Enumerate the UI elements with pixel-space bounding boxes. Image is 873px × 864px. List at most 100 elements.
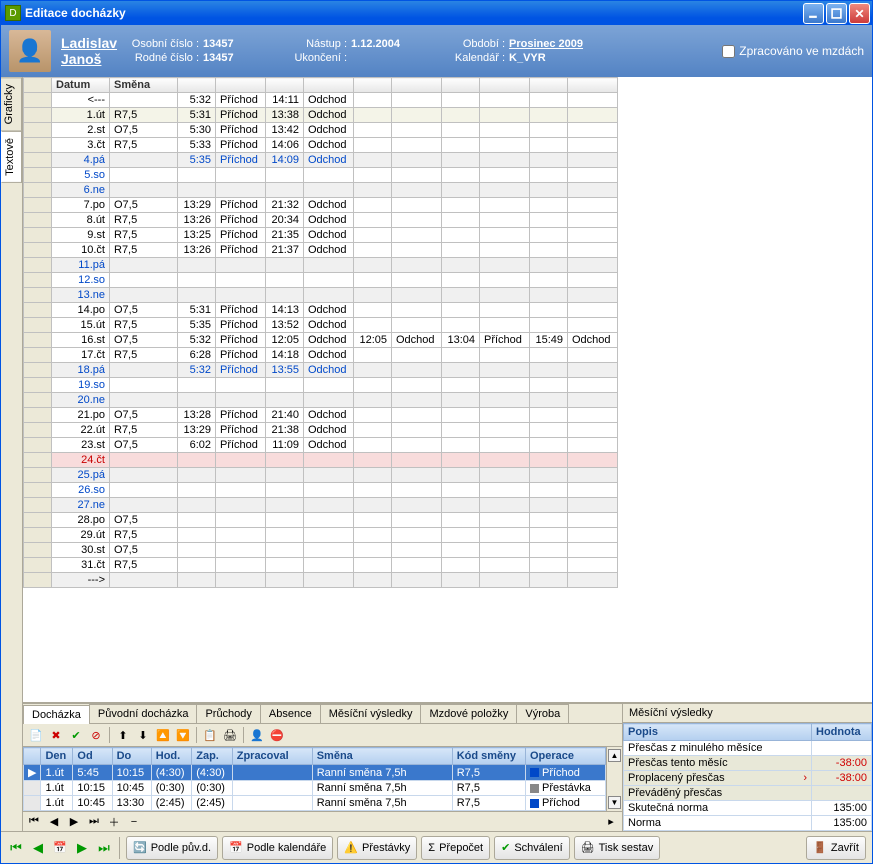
nav-next-icon[interactable]: ▶ bbox=[64, 813, 84, 830]
scroll-up-icon[interactable]: ▲ bbox=[608, 749, 621, 762]
table-row[interactable]: 19.so bbox=[24, 378, 618, 393]
zpracovano-checkbox[interactable]: Zpracováno ve mzdách bbox=[722, 44, 864, 58]
prepocet-button[interactable]: ΣPřepočet bbox=[421, 836, 490, 860]
tab-dochazka[interactable]: Docházka bbox=[23, 705, 90, 724]
table-row[interactable]: 18.pá5:32Příchod13:55Odchod bbox=[24, 363, 618, 378]
table-row[interactable]: 17.čtR7,56:28Příchod14:18Odchod bbox=[24, 348, 618, 363]
sidetab-textove[interactable]: Textově bbox=[1, 131, 22, 183]
result-row[interactable]: Proplacený přesčas ›-38:00 bbox=[624, 771, 872, 786]
down-icon[interactable]: ⬇ bbox=[134, 726, 152, 744]
table-row[interactable]: 5.so bbox=[24, 168, 618, 183]
tab-mzdove[interactable]: Mzdové položky bbox=[420, 704, 517, 723]
col-datum[interactable]: Datum bbox=[52, 78, 110, 93]
table-row[interactable]: 13.ne bbox=[24, 288, 618, 303]
nav-first-icon[interactable]: ⏮ bbox=[24, 813, 44, 830]
table-row[interactable]: 4.pá5:35Příchod14:09Odchod bbox=[24, 153, 618, 168]
sg-col-den[interactable]: Den bbox=[41, 748, 73, 765]
sidetab-graficky[interactable]: Graficky bbox=[1, 77, 22, 131]
approve-user-icon[interactable]: 👤 bbox=[248, 726, 266, 744]
sg-col-do[interactable]: Do bbox=[112, 748, 151, 765]
delete-record-icon[interactable]: ✖ bbox=[47, 726, 65, 744]
sg-col-kod[interactable]: Kód směny bbox=[452, 748, 525, 765]
table-row[interactable]: 23.stO7,56:02Příchod11:09Odchod bbox=[24, 438, 618, 453]
tab-mesicni[interactable]: Měsíční výsledky bbox=[320, 704, 422, 723]
podle-kalendare-button[interactable]: 📅Podle kalendáře bbox=[222, 836, 333, 860]
zavrit-button[interactable]: 🚪Zavřít bbox=[806, 836, 866, 860]
table-row[interactable]: 14.poO7,55:31Příchod14:13Odchod bbox=[24, 303, 618, 318]
table-row[interactable]: <---5:32Příchod14:11Odchod bbox=[24, 93, 618, 108]
subgrid-row[interactable]: 1.út10:4513:30(2:45)(2:45)Ranní směna 7,… bbox=[24, 796, 606, 811]
scroll-down-icon[interactable]: ▼ bbox=[608, 796, 621, 809]
result-row[interactable]: Přesčas tento měsíc-38:00 bbox=[624, 756, 872, 771]
table-row[interactable]: 27.ne bbox=[24, 498, 618, 513]
sg-col-zap[interactable]: Zap. bbox=[192, 748, 232, 765]
edit-down-icon[interactable]: 🔽 bbox=[174, 726, 192, 744]
minimize-button[interactable] bbox=[803, 3, 824, 24]
res-col-hodnota[interactable]: Hodnota bbox=[812, 724, 872, 741]
table-row[interactable]: 12.so bbox=[24, 273, 618, 288]
next-month-icon[interactable]: ▶ bbox=[73, 839, 91, 857]
confirm-icon[interactable]: ✔ bbox=[67, 726, 85, 744]
table-row[interactable]: 20.ne bbox=[24, 393, 618, 408]
titlebar[interactable]: D Editace docházky bbox=[1, 1, 872, 25]
result-row[interactable]: Přesčas z minulého měsíce bbox=[624, 741, 872, 756]
table-row[interactable]: 3.čtR7,55:33Příchod14:06Odchod bbox=[24, 138, 618, 153]
result-row[interactable]: Norma135:00 bbox=[624, 816, 872, 831]
up-icon[interactable]: ⬆ bbox=[114, 726, 132, 744]
calendar-icon[interactable]: 📅 bbox=[51, 839, 69, 857]
table-row[interactable]: 25.pá bbox=[24, 468, 618, 483]
sg-col-operace[interactable]: Operace bbox=[526, 748, 606, 765]
sg-col-zpracoval[interactable]: Zpracoval bbox=[232, 748, 312, 765]
table-row[interactable]: 24.čt bbox=[24, 453, 618, 468]
table-row[interactable]: 16.stO7,55:32Příchod12:05Odchod12:05Odch… bbox=[24, 333, 618, 348]
table-row[interactable]: 22.útR7,513:29Příchod21:38Odchod bbox=[24, 423, 618, 438]
table-row[interactable]: 30.stO7,5 bbox=[24, 543, 618, 558]
res-col-popis[interactable]: Popis bbox=[624, 724, 812, 741]
tab-puvodni[interactable]: Původní docházka bbox=[89, 704, 198, 723]
podle-puvd-button[interactable]: 🔄Podle pův.d. bbox=[126, 836, 218, 860]
table-row[interactable]: 31.čtR7,5 bbox=[24, 558, 618, 573]
cancel-icon[interactable]: ⊘ bbox=[87, 726, 105, 744]
sg-col-od[interactable]: Od bbox=[73, 748, 112, 765]
result-row[interactable]: Převáděný přesčas bbox=[624, 786, 872, 801]
nav-add-icon[interactable]: ＋ bbox=[104, 813, 124, 830]
last-month-icon[interactable]: ⏭ bbox=[95, 839, 113, 857]
table-row[interactable]: 26.so bbox=[24, 483, 618, 498]
subgrid-scrollbar[interactable]: ▲ ▼ bbox=[606, 747, 622, 811]
table-row[interactable]: 29.útR7,5 bbox=[24, 528, 618, 543]
nav-last-icon[interactable]: ⏭ bbox=[84, 813, 104, 830]
print-icon[interactable]: 🖨 bbox=[221, 726, 239, 744]
table-row[interactable]: 7.poO7,513:29Příchod21:32Odchod bbox=[24, 198, 618, 213]
new-record-icon[interactable]: 📄 bbox=[27, 726, 45, 744]
nav-prev-icon[interactable]: ◀ bbox=[44, 813, 64, 830]
tab-absence[interactable]: Absence bbox=[260, 704, 321, 723]
table-row[interactable]: ---> bbox=[24, 573, 618, 588]
stop-icon[interactable]: ⛔ bbox=[268, 726, 286, 744]
tisk-sestav-button[interactable]: 🖨Tisk sestav bbox=[574, 836, 661, 860]
sg-col-hod[interactable]: Hod. bbox=[151, 748, 191, 765]
table-row[interactable]: 6.ne bbox=[24, 183, 618, 198]
table-row[interactable]: 1.útR7,55:31Příchod13:38Odchod bbox=[24, 108, 618, 123]
col-smena[interactable]: Směna bbox=[110, 78, 178, 93]
result-row[interactable]: Skutečná norma135:00 bbox=[624, 801, 872, 816]
table-row[interactable]: 11.pá bbox=[24, 258, 618, 273]
nav-del-icon[interactable]: − bbox=[124, 813, 144, 830]
subgrid-row[interactable]: ▶1.út5:4510:15(4:30)(4:30)Ranní směna 7,… bbox=[24, 765, 606, 781]
table-row[interactable]: 9.stR7,513:25Příchod21:35Odchod bbox=[24, 228, 618, 243]
table-row[interactable]: 8.útR7,513:26Příchod20:34Odchod bbox=[24, 213, 618, 228]
nav-end-icon[interactable]: ▸ bbox=[601, 813, 621, 830]
sg-col-smena[interactable]: Směna bbox=[312, 748, 452, 765]
employee-name-link[interactable]: Ladislav Janoš bbox=[61, 35, 117, 67]
table-row[interactable]: 28.poO7,5 bbox=[24, 513, 618, 528]
maximize-button[interactable] bbox=[826, 3, 847, 24]
tab-vyroba[interactable]: Výroba bbox=[516, 704, 569, 723]
table-row[interactable]: 10.čtR7,513:26Příchod21:37Odchod bbox=[24, 243, 618, 258]
schvaleni-button[interactable]: ✔Schválení bbox=[494, 836, 570, 860]
table-row[interactable]: 15.útR7,55:35Příchod13:52Odchod bbox=[24, 318, 618, 333]
obdobi-link[interactable]: Prosinec 2009 bbox=[509, 38, 583, 50]
table-row[interactable]: 21.poO7,513:28Příchod21:40Odchod bbox=[24, 408, 618, 423]
first-month-icon[interactable]: ⏮ bbox=[7, 839, 25, 857]
table-row[interactable]: 2.stO7,55:30Příchod13:42Odchod bbox=[24, 123, 618, 138]
close-button[interactable] bbox=[849, 3, 870, 24]
edit-up-icon[interactable]: 🔼 bbox=[154, 726, 172, 744]
